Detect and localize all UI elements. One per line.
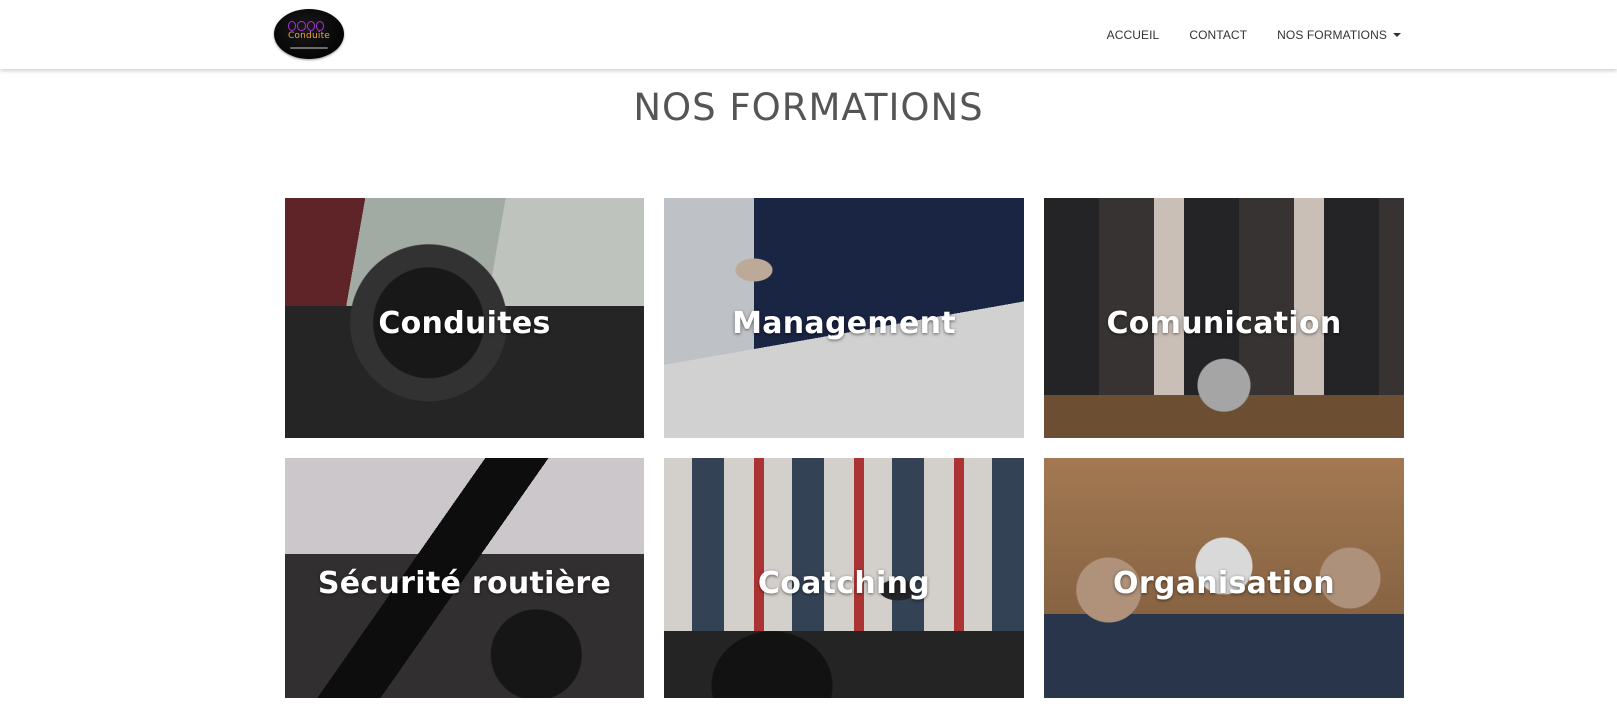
formation-label: Coatching — [757, 566, 931, 601]
formation-card-coatching[interactable]: Coatching — [664, 458, 1024, 698]
logo-text: Conduite — [287, 31, 331, 41]
nav-link-contact[interactable]: CONTACT — [1189, 28, 1247, 42]
nav-link-contact-label: CONTACT — [1189, 27, 1248, 42]
main-nav: ACCUEIL CONTACT NOS FORMATIONS — [1107, 0, 1401, 69]
nav-dropdown-nos-formations-label: NOS FORMATIONS — [1277, 27, 1387, 42]
navbar: Conduite ACCUEIL CONTACT NOS FORMATIONS — [0, 0, 1617, 69]
formation-card-securite-routiere[interactable]: Sécurité routière — [285, 458, 644, 698]
formation-label: Organisation — [1113, 566, 1335, 601]
formation-label: Management — [732, 306, 956, 341]
site-logo[interactable]: Conduite — [274, 9, 344, 59]
formation-card-conduites[interactable]: Conduites — [285, 198, 644, 438]
formation-card-comunication[interactable]: Comunication — [1044, 198, 1404, 438]
page-title: NOS FORMATIONS — [633, 86, 984, 129]
formation-label: Conduites — [378, 306, 551, 341]
nav-dropdown-nos-formations[interactable]: NOS FORMATIONS — [1277, 28, 1401, 42]
nav-link-accueil-label: ACCUEIL — [1106, 27, 1160, 42]
formation-label: Comunication — [1106, 306, 1342, 341]
caret-down-icon — [1393, 32, 1401, 37]
formation-card-management[interactable]: Management — [664, 198, 1024, 438]
nav-link-accueil[interactable]: ACCUEIL — [1107, 28, 1160, 42]
formation-card-organisation[interactable]: Organisation — [1044, 458, 1404, 698]
olympic-rings-logo-icon — [288, 21, 324, 31]
logo-tagline-line — [290, 47, 328, 49]
formation-label: Sécurité routière — [317, 566, 612, 601]
formations-grid: Conduites Management Comunication Sécuri… — [285, 198, 1404, 698]
